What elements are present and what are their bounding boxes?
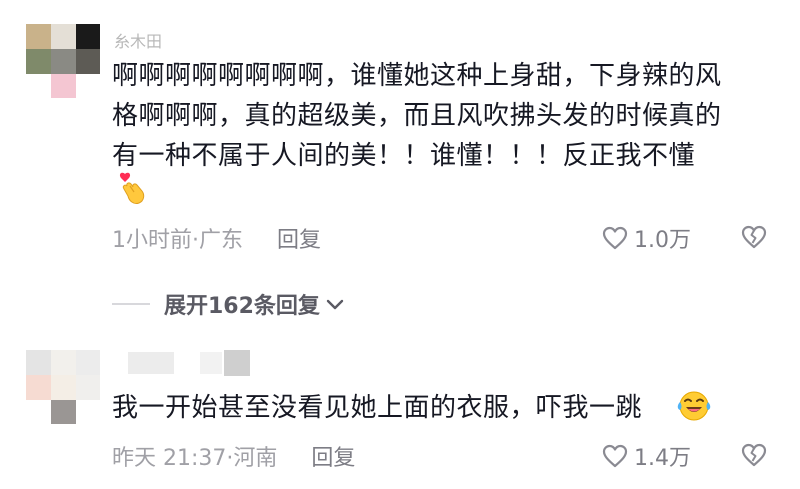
heart-outline-icon	[602, 226, 628, 250]
comment-text-line: 我一开始甚至没看见她上面的衣服，吓我一跳	[112, 393, 643, 423]
comment-text: 我一开始甚至没看见她上面的衣服，吓我一跳	[112, 388, 642, 428]
dislike-button[interactable]	[740, 224, 768, 254]
reply-button[interactable]: 回复	[311, 440, 355, 472]
comment-text-line: 格啊啊啊，真的超级美，而且风吹拂头发的时候真的	[112, 101, 722, 131]
username-blurred[interactable]	[224, 350, 250, 376]
expand-replies-label: 展开162条回复	[164, 294, 320, 319]
like-count: 1.4万	[634, 446, 691, 471]
like-count: 1.0万	[634, 228, 691, 253]
dislike-button[interactable]	[740, 442, 768, 472]
comment-meta: 1小时前·广东 回复	[112, 222, 321, 254]
expand-replies-button[interactable]: 展开162条回复	[112, 288, 346, 320]
broken-heart-outline-icon	[741, 443, 767, 467]
avatar[interactable]	[26, 24, 100, 98]
like-button[interactable]: 1.0万	[602, 222, 691, 254]
comment-text-line: 啊啊啊啊啊啊啊啊，谁懂她这种上身甜，下身辣的风	[112, 61, 722, 91]
username-blurred[interactable]	[128, 352, 174, 374]
broken-heart-outline-icon	[741, 225, 767, 249]
comment-text: 啊啊啊啊啊啊啊啊，谁懂她这种上身甜，下身辣的风 格啊啊啊，真的超级美，而且风吹拂…	[112, 56, 722, 176]
like-button[interactable]: 1.4万	[602, 440, 691, 472]
comment-meta: 昨天 21:37·河南 回复	[112, 440, 355, 472]
comment-time-location: 1小时前·广东	[112, 228, 243, 253]
comment-time-location: 昨天 21:37·河南	[112, 446, 278, 471]
username[interactable]: 糸木田	[114, 28, 162, 52]
heart-outline-icon	[602, 444, 628, 468]
crying-laughing-emoji	[676, 389, 712, 427]
username-blurred[interactable]	[200, 352, 222, 374]
chevron-down-icon	[326, 299, 344, 310]
divider	[112, 303, 150, 305]
reply-button[interactable]: 回复	[277, 222, 321, 254]
avatar[interactable]	[26, 350, 100, 424]
comment-text-line: 有一种不属于人间的美！！谁懂！！！反正我不懂	[112, 141, 696, 171]
finger-heart-emoji	[118, 172, 146, 210]
